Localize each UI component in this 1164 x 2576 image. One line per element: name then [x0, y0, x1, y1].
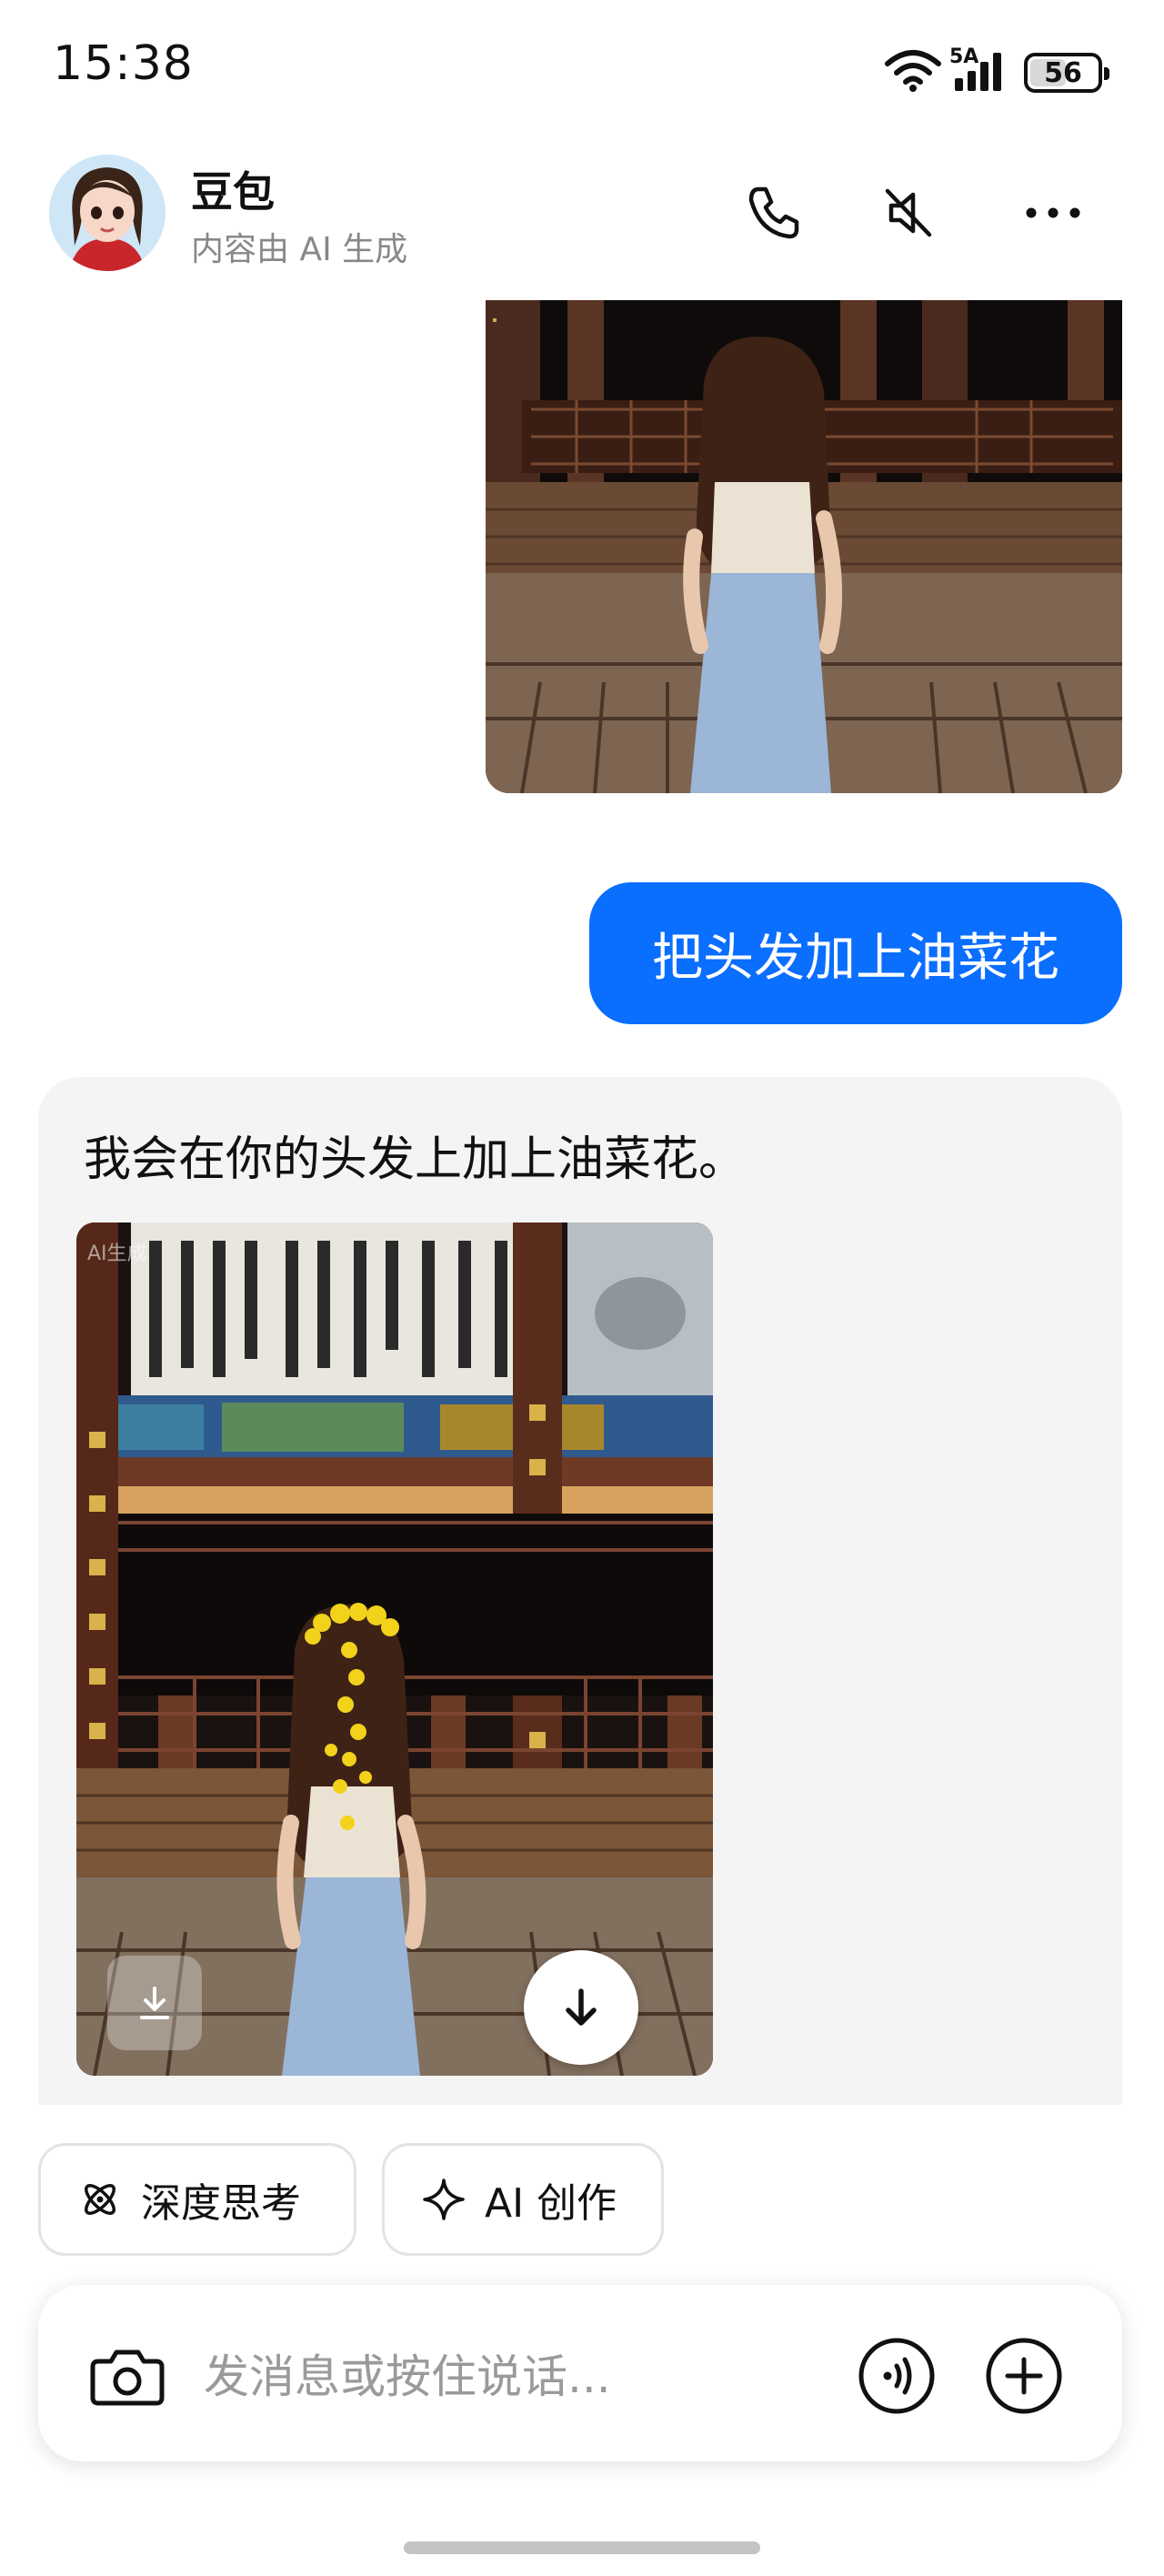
more-options-button[interactable]	[1018, 178, 1088, 247]
scroll-to-bottom-button[interactable]	[524, 1950, 638, 2065]
chat-subtitle: 内容由 AI 生成	[191, 231, 408, 268]
sparkle-icon	[423, 2179, 465, 2220]
message-input[interactable]	[202, 2340, 624, 2414]
phone-call-button[interactable]	[738, 178, 808, 247]
status-time: 15:38	[53, 36, 194, 91]
ai-creation-chip[interactable]: AI 创作	[382, 2143, 664, 2256]
user-sent-photo[interactable]	[486, 300, 1122, 793]
battery-icon: 56	[1024, 53, 1109, 93]
more-icon	[1026, 207, 1080, 218]
mute-button[interactable]	[873, 178, 942, 247]
chat-title: 豆包	[191, 167, 275, 216]
speaker-mute-icon	[885, 188, 932, 237]
wifi-icon	[884, 47, 942, 96]
voice-call-button[interactable]	[855, 2334, 938, 2418]
user-message-bubble[interactable]: 把头发加上油菜花	[589, 882, 1122, 1024]
download-icon	[140, 1987, 169, 2019]
home-indicator[interactable]	[404, 2541, 760, 2554]
add-attachment-button[interactable]	[982, 2334, 1066, 2418]
plus-icon	[986, 2338, 1062, 2414]
arrow-down-icon	[566, 1988, 597, 2026]
phone-icon	[748, 186, 799, 239]
ai-creation-label: AI 创作	[485, 2180, 617, 2227]
camera-button[interactable]	[85, 2334, 169, 2418]
assistant-generated-photo[interactable]	[76, 1223, 713, 2076]
atom-icon	[85, 2184, 115, 2215]
signal-icon: 5A	[949, 45, 1015, 96]
save-image-button[interactable]	[107, 1956, 202, 2050]
deep-thinking-label: 深度思考	[141, 2180, 301, 2227]
battery-level: 56	[1044, 56, 1082, 89]
status-bar: 15:38 5A 56	[0, 0, 1164, 136]
assistant-message-text: 我会在你的头发上加上油菜花。	[84, 1132, 747, 1187]
ai-generated-badge: AI生成	[87, 1243, 147, 1265]
camera-icon	[90, 2350, 165, 2406]
network-type: 5A	[949, 45, 979, 68]
deep-thinking-chip[interactable]: 深度思考	[38, 2143, 356, 2256]
voice-wave-icon	[858, 2338, 935, 2414]
avatar[interactable]	[49, 155, 166, 271]
